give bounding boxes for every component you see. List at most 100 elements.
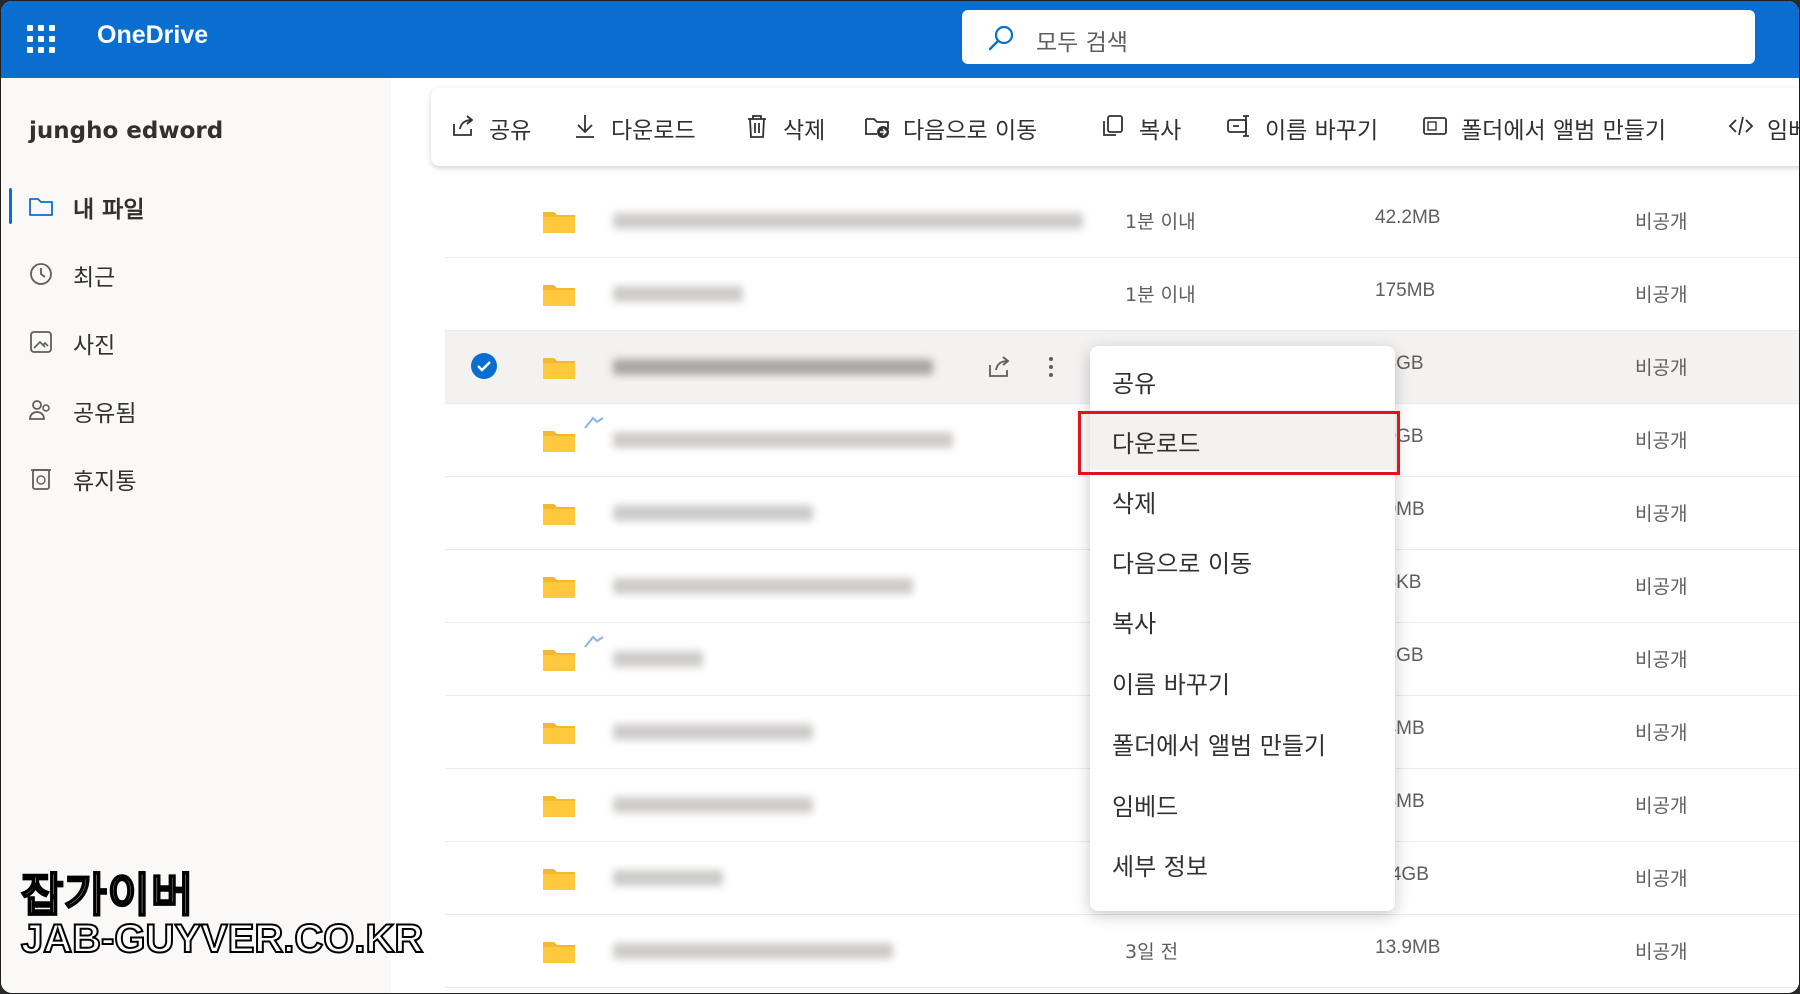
more-options-icon[interactable] <box>1047 353 1055 381</box>
modified-text: 3일 전 <box>1125 941 1179 963</box>
create-album-button[interactable]: 폴더에서 앨범 만들기 <box>1421 108 1703 146</box>
file-row[interactable]: 3일 전 13.9MB 비공개 <box>445 915 1799 988</box>
download-label: 다운로드 <box>611 118 696 144</box>
menu-item-rename[interactable]: 이름 바꾸기 <box>1090 651 1395 711</box>
folder-icon <box>543 577 575 598</box>
sidebar-item-recent[interactable]: 최근 <box>1 250 391 300</box>
menu-item-share[interactable]: 공유 <box>1090 350 1395 410</box>
share-icon[interactable] <box>985 353 1013 381</box>
file-name-redacted <box>613 870 723 886</box>
sidebar-item-recycle-bin[interactable]: 휴지통 <box>1 454 391 504</box>
sharing-text: 비공개 <box>1635 503 1688 525</box>
sharing-text: 비공개 <box>1635 211 1688 233</box>
sharing-text: 비공개 <box>1635 430 1688 452</box>
command-bar: 공유 다운로드 삭제 다음으로 이동 복사 이름 바꾸기 폴더에서 앨범 만들기… <box>431 88 1799 166</box>
album-icon <box>1423 117 1447 135</box>
sidebar-item-label: 휴지통 <box>73 469 137 495</box>
delete-label: 삭제 <box>783 118 826 144</box>
modified-text: 1분 이내 <box>1125 211 1196 233</box>
sidebar-item-photos[interactable]: 사진 <box>1 318 391 368</box>
move-folder-icon <box>865 118 889 138</box>
copy-button[interactable]: 복사 <box>1099 108 1199 146</box>
sidebar-item-label: 최근 <box>73 265 116 291</box>
sharing-text: 비공개 <box>1635 649 1688 671</box>
menu-item-label: 복사 <box>1112 610 1157 638</box>
selected-check-icon[interactable] <box>471 353 497 379</box>
code-icon <box>1728 116 1754 136</box>
folder-icon <box>543 869 575 890</box>
menu-item-move-to[interactable]: 다음으로 이동 <box>1090 530 1395 590</box>
sidebar: jungho edword 내 파일 최근 사진 공유됨 휴지통 <box>1 78 391 993</box>
embed-button[interactable]: 임베 <box>1727 108 1799 146</box>
download-highlight-box <box>1078 411 1400 475</box>
file-name-redacted <box>613 359 933 375</box>
download-button[interactable]: 다운로드 <box>571 108 711 146</box>
history-icon <box>30 263 52 285</box>
trash-icon <box>748 115 766 138</box>
share-icon <box>453 115 474 136</box>
sidebar-item-label: 내 파일 <box>73 197 145 223</box>
photo-icon <box>30 331 52 353</box>
share-button[interactable]: 공유 <box>449 108 549 146</box>
move-label: 다음으로 이동 <box>903 118 1038 144</box>
menu-item-details[interactable]: 세부 정보 <box>1090 833 1395 893</box>
top-bar: OneDrive 모두 검색 <box>1 1 1799 78</box>
folder-icon <box>543 723 575 744</box>
folder-icon <box>543 650 575 671</box>
size-text: 42.2MB <box>1375 207 1441 228</box>
menu-item-embed[interactable]: 임베드 <box>1090 773 1395 833</box>
sync-icon <box>584 416 604 429</box>
file-name-redacted <box>613 213 1083 229</box>
folder-icon <box>543 431 575 452</box>
file-name-redacted <box>613 578 913 594</box>
file-row[interactable]: 1분 이내 175MB 비공개 <box>445 258 1799 331</box>
file-name-redacted <box>613 651 703 667</box>
people-icon <box>29 400 50 420</box>
menu-item-copy[interactable]: 복사 <box>1090 590 1395 650</box>
search-box[interactable]: 모두 검색 <box>962 10 1755 64</box>
search-input[interactable]: 모두 검색 <box>1036 23 1128 57</box>
menu-item-label: 임베드 <box>1112 793 1179 821</box>
move-to-button[interactable]: 다음으로 이동 <box>863 108 1063 146</box>
active-indicator <box>9 188 12 224</box>
watermark-url: JAB-GUYVER.CO.KR <box>20 916 424 962</box>
rename-label: 이름 바꾸기 <box>1265 118 1379 144</box>
delete-button[interactable]: 삭제 <box>743 108 833 146</box>
sharing-text: 비공개 <box>1635 722 1688 744</box>
copy-icon <box>1103 115 1123 136</box>
folder-icon <box>29 198 53 216</box>
sharing-text: 비공개 <box>1635 357 1688 379</box>
watermark-title: 잡가이버 <box>20 867 195 923</box>
sidebar-item-shared[interactable]: 공유됨 <box>1 386 391 436</box>
album-label: 폴더에서 앨범 만들기 <box>1461 118 1667 144</box>
sharing-text: 비공개 <box>1635 284 1688 306</box>
file-name-redacted <box>613 724 813 740</box>
rename-icon <box>1227 115 1249 137</box>
folder-icon <box>543 942 575 963</box>
folder-icon <box>543 212 575 233</box>
rename-button[interactable]: 이름 바꾸기 <box>1225 108 1405 146</box>
menu-item-label: 다음으로 이동 <box>1112 550 1253 578</box>
sharing-text: 비공개 <box>1635 576 1688 598</box>
file-name-redacted <box>613 797 813 813</box>
menu-item-label: 삭제 <box>1112 490 1157 518</box>
folder-icon <box>543 504 575 525</box>
app-title[interactable]: OneDrive <box>97 21 208 50</box>
sync-icon <box>584 635 604 648</box>
folder-icon <box>543 285 575 306</box>
onedrive-window: OneDrive 모두 검색 jungho edword 내 파일 최근 사진 … <box>0 0 1800 994</box>
menu-item-create-album[interactable]: 폴더에서 앨범 만들기 <box>1090 712 1395 772</box>
menu-item-label: 폴더에서 앨범 만들기 <box>1112 732 1326 760</box>
sharing-text: 비공개 <box>1635 868 1688 890</box>
app-launcher-icon[interactable] <box>27 25 55 53</box>
sidebar-item-label: 사진 <box>73 333 116 359</box>
sharing-text: 비공개 <box>1635 941 1688 963</box>
menu-item-label: 세부 정보 <box>1112 853 1208 881</box>
folder-icon <box>543 358 575 379</box>
folder-icon <box>543 796 575 817</box>
sidebar-item-my-files[interactable]: 내 파일 <box>1 182 391 232</box>
copy-label: 복사 <box>1139 118 1182 144</box>
menu-item-delete[interactable]: 삭제 <box>1090 470 1395 530</box>
file-row[interactable]: 1분 이내 42.2MB 비공개 <box>445 185 1799 258</box>
size-text: 175MB <box>1375 280 1436 301</box>
